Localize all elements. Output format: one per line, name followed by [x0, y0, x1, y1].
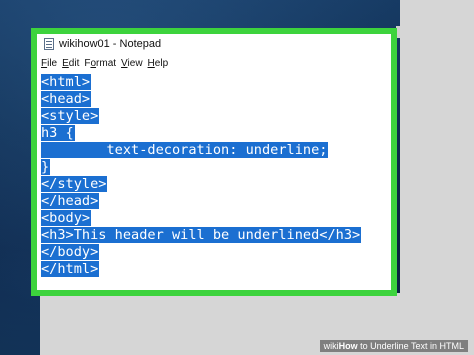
menu-help[interactable]: Help: [148, 58, 169, 69]
selected-text: <h3>This header will be underlined</h3>: [41, 227, 362, 243]
menu-help-mnemonic: H: [147, 57, 155, 69]
notepad-icon: [44, 38, 54, 50]
selected-text: </html>: [41, 261, 100, 277]
menu-file[interactable]: File: [41, 58, 57, 69]
selected-text: <body>: [41, 210, 92, 226]
selected-text: </body>: [41, 244, 100, 260]
watermark-text: to Underline Text in HTML: [357, 341, 464, 351]
menu-file-mnemonic: F: [41, 57, 48, 69]
code-line: </html>: [41, 259, 100, 279]
wikihow-watermark: wikiHow to Underline Text in HTML: [319, 340, 468, 352]
selected-text: <head>: [41, 91, 92, 107]
selected-text: text-decoration: underline;: [41, 142, 329, 158]
title-bar[interactable]: wikihow01 - Notepad: [37, 34, 391, 54]
selected-text: }: [41, 159, 51, 175]
watermark-brand: wiki: [323, 341, 339, 351]
code-line: text-decoration: underline;: [41, 140, 329, 160]
menu-view-mnemonic: V: [121, 57, 128, 69]
selected-text: <html>: [41, 74, 92, 90]
watermark-how: How: [338, 341, 358, 351]
window-title: wikihow01 - Notepad: [59, 38, 162, 50]
menu-edit-mnemonic: E: [62, 57, 69, 69]
selected-text: h3 {: [41, 125, 75, 141]
menu-bar: File Edit Format View Help: [37, 55, 391, 71]
notepad-window[interactable]: wikihow01 - Notepad File Edit Format Vie…: [37, 34, 391, 290]
menu-format-mnemonic: o: [90, 57, 97, 69]
selected-text: </head>: [41, 193, 100, 209]
menu-edit[interactable]: Edit: [62, 58, 79, 69]
text-editor-area[interactable]: <html> <head> <style> h3 { text-decorati…: [37, 72, 391, 290]
selected-text: </style>: [41, 176, 108, 192]
menu-format[interactable]: Format: [84, 58, 116, 69]
menu-view[interactable]: View: [121, 58, 143, 69]
selected-text: <style>: [41, 108, 100, 124]
